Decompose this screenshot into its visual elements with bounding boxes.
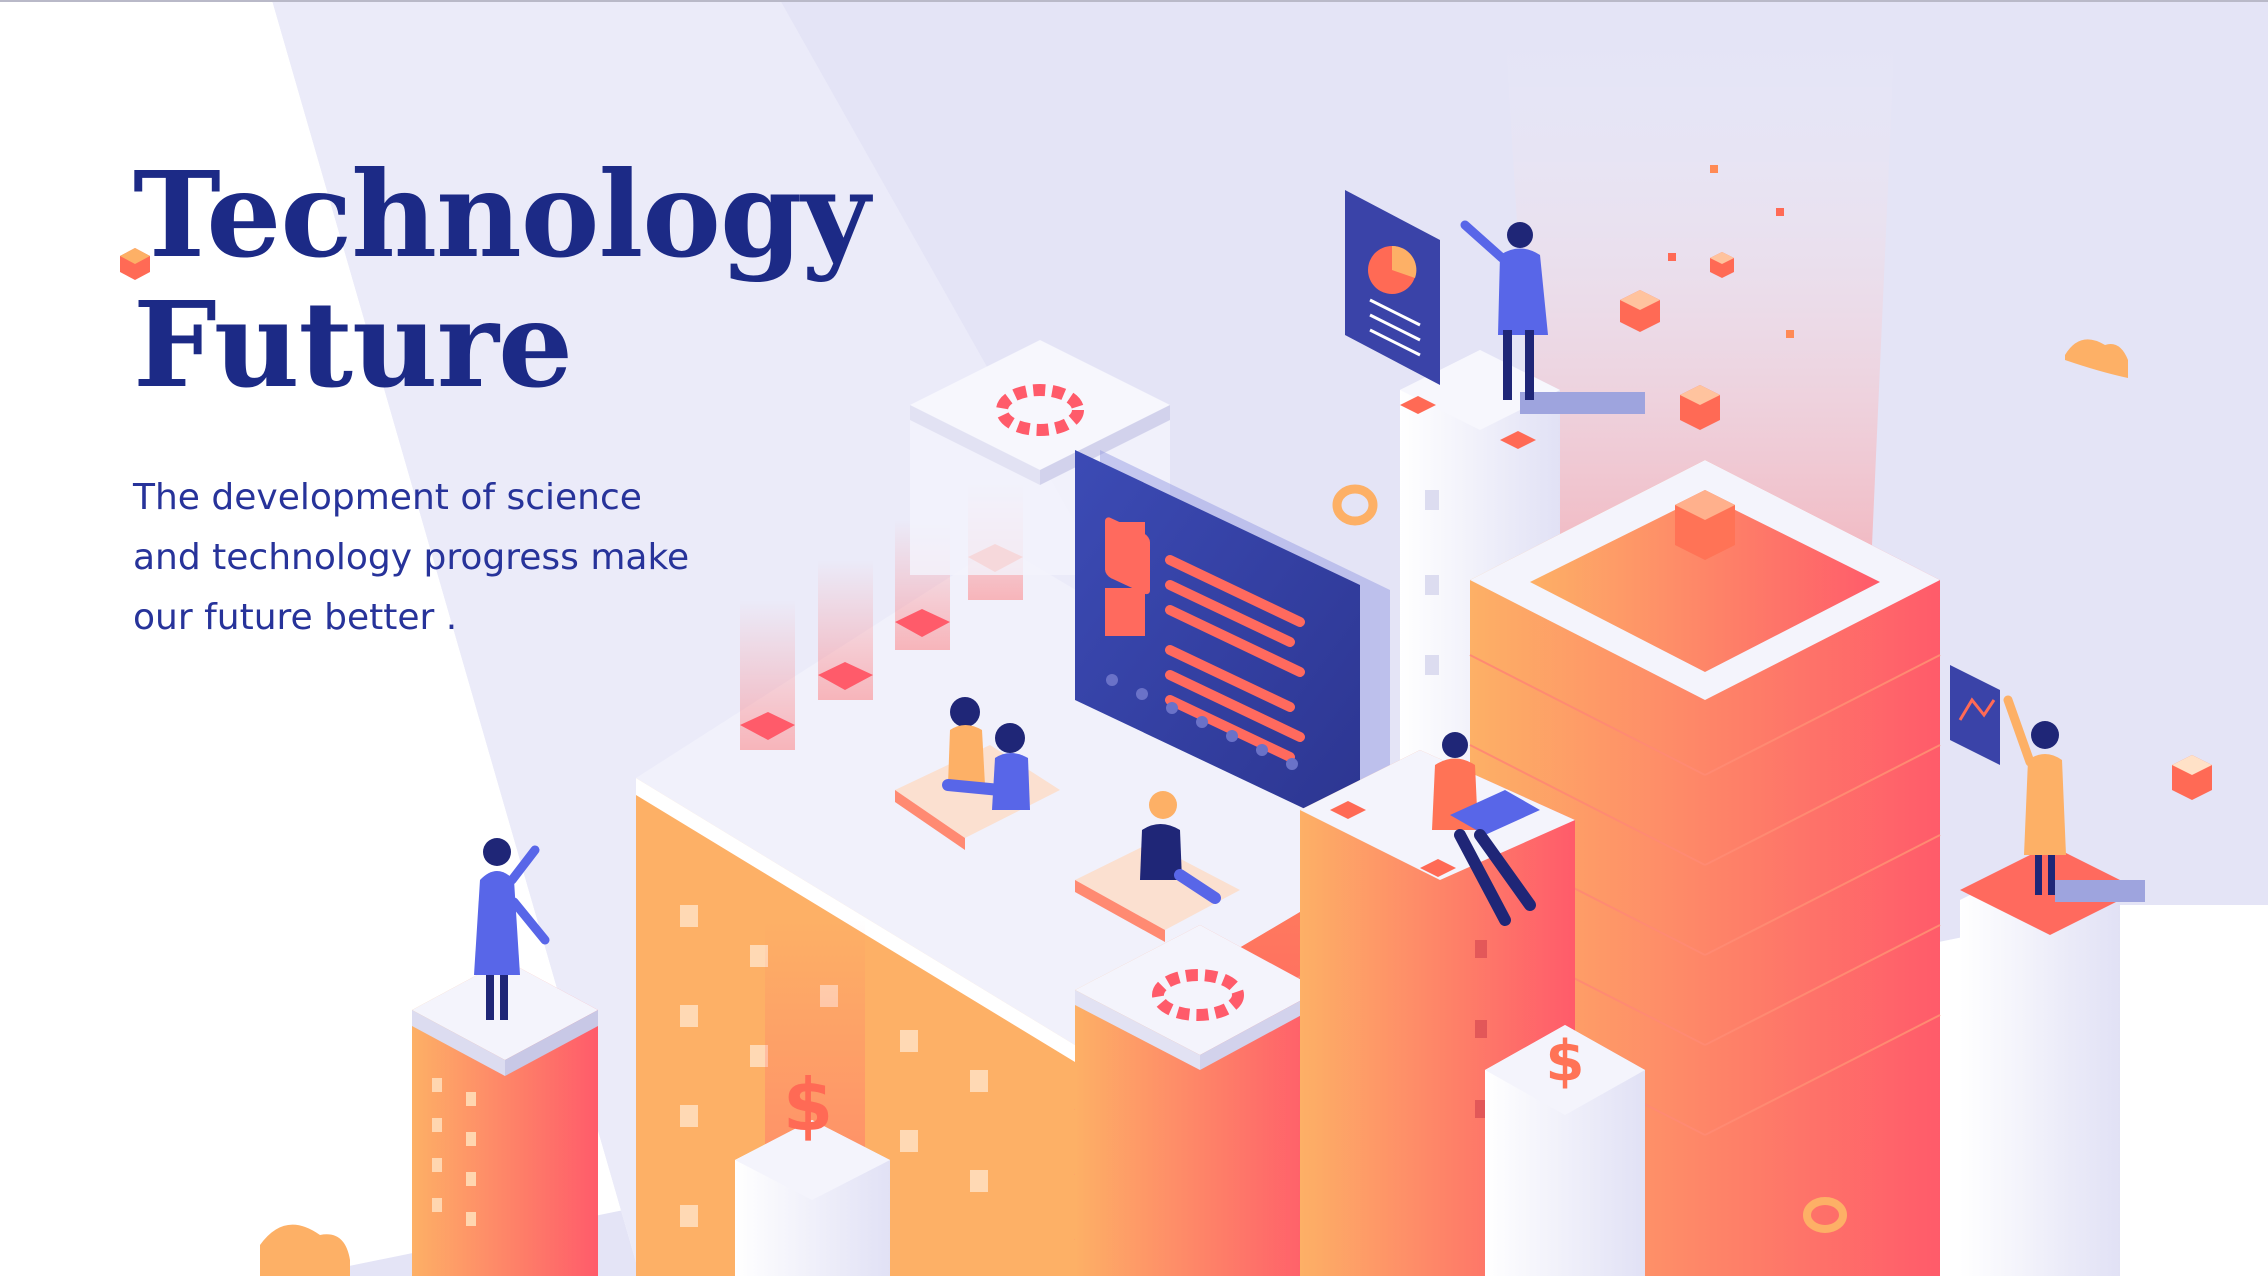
hero-description-line-3: our future better . <box>133 597 458 638</box>
hero-description-line-1: The development of science <box>133 477 642 518</box>
dollar-badge-1: $ <box>783 1063 833 1147</box>
hero-description: The development of science and technolog… <box>133 468 753 648</box>
hero-title: Technology Future <box>133 145 870 414</box>
slide-canvas: $ $ Technology Future The development of… <box>0 0 2268 1276</box>
gear-block-bottom <box>1075 925 1320 1276</box>
hero-description-line-2: and technology progress make <box>133 537 690 578</box>
hero-title-line-1: Technology <box>133 145 870 284</box>
dollar-badge-2: $ <box>1546 1029 1585 1094</box>
hero-title-line-2: Future <box>133 275 573 414</box>
dollar-pillar-right: $ <box>1485 1025 1645 1276</box>
